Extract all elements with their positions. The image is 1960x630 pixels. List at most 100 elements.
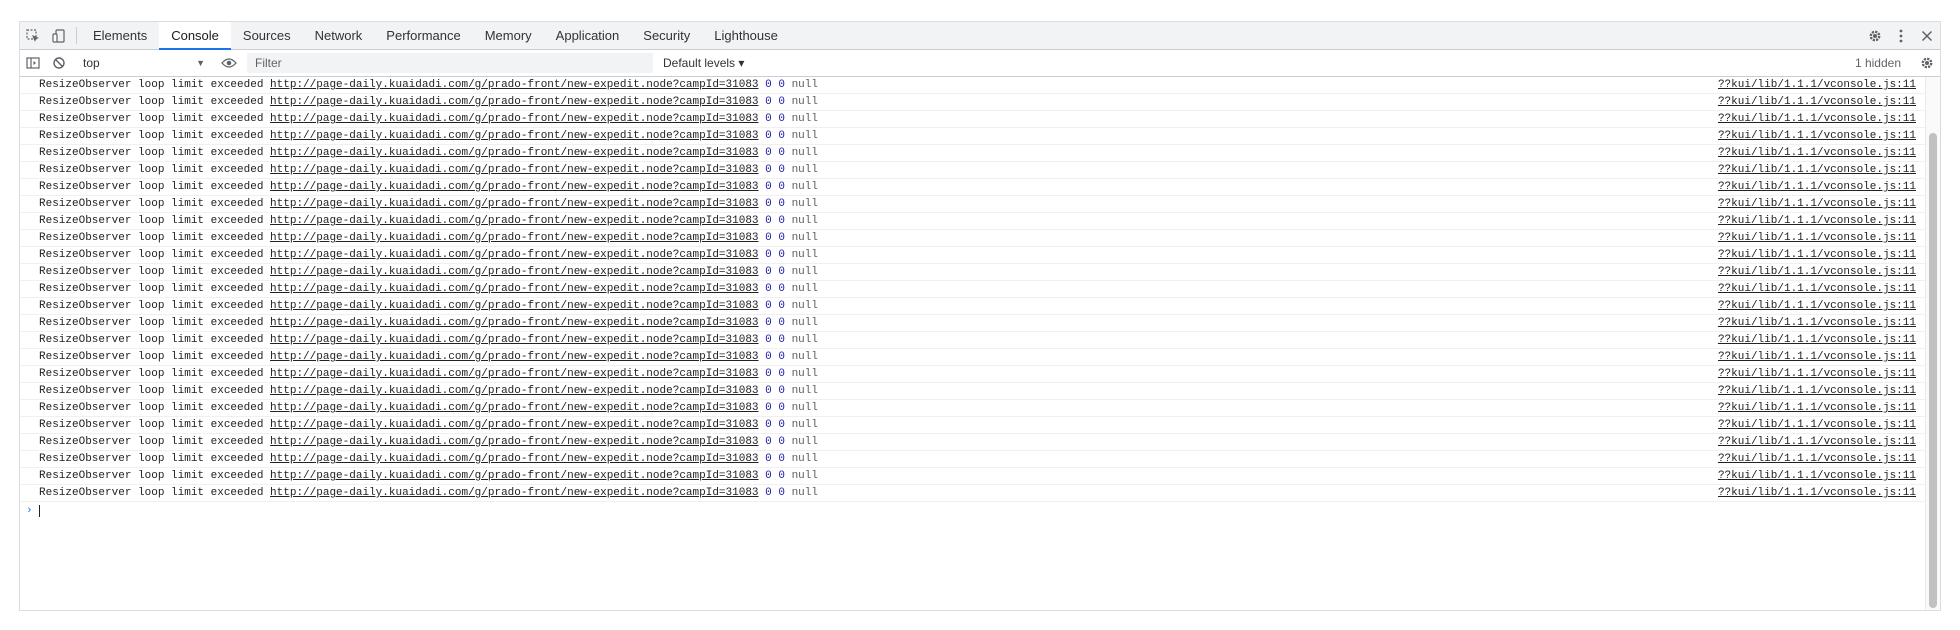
- message-source-link[interactable]: ??kui/lib/1.1.1/vconsole.js:11: [1718, 230, 1916, 246]
- message-source-link[interactable]: ??kui/lib/1.1.1/vconsole.js:11: [1718, 451, 1916, 467]
- message-source-link[interactable]: ??kui/lib/1.1.1/vconsole.js:11: [1718, 77, 1916, 93]
- message-url-link[interactable]: http://page-daily.kuaidadi.com/g/prado-f…: [270, 96, 758, 108]
- console-message-row: ResizeObserver loop limit exceeded http:…: [20, 451, 1926, 468]
- console-settings-gear-icon[interactable]: [1914, 50, 1940, 76]
- message-source-link[interactable]: ??kui/lib/1.1.1/vconsole.js:11: [1718, 247, 1916, 263]
- message-source-link[interactable]: ??kui/lib/1.1.1/vconsole.js:11: [1718, 485, 1916, 501]
- message-url-link[interactable]: http://page-daily.kuaidadi.com/g/prado-f…: [270, 351, 758, 363]
- message-url-link[interactable]: http://page-daily.kuaidadi.com/g/prado-f…: [270, 266, 758, 278]
- settings-gear-icon[interactable]: [1862, 22, 1888, 49]
- filter-input[interactable]: [247, 53, 653, 73]
- message-number: 0: [765, 130, 772, 142]
- message-null-value: null: [791, 419, 818, 431]
- message-text: ResizeObserver loop limit exceeded: [39, 181, 264, 193]
- console-message-row: ResizeObserver loop limit exceeded http:…: [20, 213, 1926, 230]
- live-expression-eye-icon[interactable]: [216, 50, 242, 76]
- default-levels-dropdown[interactable]: Default levels ▾: [653, 56, 754, 70]
- message-url-link[interactable]: http://page-daily.kuaidadi.com/g/prado-f…: [270, 164, 758, 176]
- message-url-link[interactable]: http://page-daily.kuaidadi.com/g/prado-f…: [270, 130, 758, 142]
- console-message-row: ResizeObserver loop limit exceeded http:…: [20, 196, 1926, 213]
- message-source-link[interactable]: ??kui/lib/1.1.1/vconsole.js:11: [1718, 196, 1916, 212]
- message-source-link[interactable]: ??kui/lib/1.1.1/vconsole.js:11: [1718, 264, 1916, 280]
- message-source-link[interactable]: ??kui/lib/1.1.1/vconsole.js:11: [1718, 111, 1916, 127]
- show-sidebar-icon[interactable]: [20, 50, 46, 76]
- message-number: 0: [765, 385, 772, 397]
- message-number: 0: [765, 147, 772, 159]
- message-url-link[interactable]: http://page-daily.kuaidadi.com/g/prado-f…: [270, 385, 758, 397]
- message-null-value: null: [791, 130, 818, 142]
- message-source-link[interactable]: ??kui/lib/1.1.1/vconsole.js:11: [1718, 94, 1916, 110]
- close-icon[interactable]: [1914, 22, 1940, 49]
- message-source-link[interactable]: ??kui/lib/1.1.1/vconsole.js:11: [1718, 128, 1916, 144]
- message-url-link[interactable]: http://page-daily.kuaidadi.com/g/prado-f…: [270, 317, 758, 329]
- message-url-link[interactable]: http://page-daily.kuaidadi.com/g/prado-f…: [270, 402, 758, 414]
- message-source-link[interactable]: ??kui/lib/1.1.1/vconsole.js:11: [1718, 349, 1916, 365]
- tab-elements[interactable]: Elements: [81, 22, 159, 49]
- device-toolbar-icon[interactable]: [46, 22, 72, 49]
- message-source-link[interactable]: ??kui/lib/1.1.1/vconsole.js:11: [1718, 434, 1916, 450]
- message-source-link[interactable]: ??kui/lib/1.1.1/vconsole.js:11: [1718, 383, 1916, 399]
- tab-lighthouse[interactable]: Lighthouse: [702, 22, 790, 49]
- message-number: 0: [778, 402, 785, 414]
- console-message-row: ResizeObserver loop limit exceeded http:…: [20, 145, 1926, 162]
- message-url-link[interactable]: http://page-daily.kuaidadi.com/g/prado-f…: [270, 147, 758, 159]
- message-url-link[interactable]: http://page-daily.kuaidadi.com/g/prado-f…: [270, 300, 758, 312]
- more-options-icon[interactable]: [1888, 22, 1914, 49]
- message-source-link[interactable]: ??kui/lib/1.1.1/vconsole.js:11: [1718, 179, 1916, 195]
- message-source-link[interactable]: ??kui/lib/1.1.1/vconsole.js:11: [1718, 468, 1916, 484]
- message-source-link[interactable]: ??kui/lib/1.1.1/vconsole.js:11: [1718, 145, 1916, 161]
- message-url-link[interactable]: http://page-daily.kuaidadi.com/g/prado-f…: [270, 334, 758, 346]
- message-url-link[interactable]: http://page-daily.kuaidadi.com/g/prado-f…: [270, 215, 758, 227]
- message-text: ResizeObserver loop limit exceeded: [39, 113, 264, 125]
- message-url-link[interactable]: http://page-daily.kuaidadi.com/g/prado-f…: [270, 453, 758, 465]
- message-url-link[interactable]: http://page-daily.kuaidadi.com/g/prado-f…: [270, 419, 758, 431]
- message-source-link[interactable]: ??kui/lib/1.1.1/vconsole.js:11: [1718, 315, 1916, 331]
- message-url-link[interactable]: http://page-daily.kuaidadi.com/g/prado-f…: [270, 368, 758, 380]
- message-number: 0: [765, 487, 772, 499]
- tab-performance[interactable]: Performance: [374, 22, 472, 49]
- console-message-row: ResizeObserver loop limit exceeded http:…: [20, 400, 1926, 417]
- message-text: ResizeObserver loop limit exceeded: [39, 419, 264, 431]
- context-selector[interactable]: top ▼: [77, 52, 211, 74]
- message-number: 0: [765, 300, 772, 312]
- tab-console[interactable]: Console: [159, 22, 231, 50]
- message-source-link[interactable]: ??kui/lib/1.1.1/vconsole.js:11: [1718, 332, 1916, 348]
- clear-console-icon[interactable]: [46, 50, 72, 76]
- message-source-link[interactable]: ??kui/lib/1.1.1/vconsole.js:11: [1718, 366, 1916, 382]
- inspect-element-icon[interactable]: [20, 22, 46, 49]
- message-source-link[interactable]: ??kui/lib/1.1.1/vconsole.js:11: [1718, 400, 1916, 416]
- message-source-link[interactable]: ??kui/lib/1.1.1/vconsole.js:11: [1718, 298, 1916, 314]
- message-url-link[interactable]: http://page-daily.kuaidadi.com/g/prado-f…: [270, 181, 758, 193]
- message-url-link[interactable]: http://page-daily.kuaidadi.com/g/prado-f…: [270, 283, 758, 295]
- message-number: 0: [778, 215, 785, 227]
- message-text: ResizeObserver loop limit exceeded: [39, 453, 264, 465]
- console-prompt[interactable]: ›: [20, 502, 1926, 520]
- console-message-row: ResizeObserver loop limit exceeded http:…: [20, 230, 1926, 247]
- message-url-link[interactable]: http://page-daily.kuaidadi.com/g/prado-f…: [270, 79, 758, 91]
- message-url-link[interactable]: http://page-daily.kuaidadi.com/g/prado-f…: [270, 198, 758, 210]
- message-text: ResizeObserver loop limit exceeded: [39, 130, 264, 142]
- message-url-link[interactable]: http://page-daily.kuaidadi.com/g/prado-f…: [270, 470, 758, 482]
- message-source-link[interactable]: ??kui/lib/1.1.1/vconsole.js:11: [1718, 213, 1916, 229]
- message-source-link[interactable]: ??kui/lib/1.1.1/vconsole.js:11: [1718, 281, 1916, 297]
- scrollbar-thumb[interactable]: [1929, 133, 1937, 608]
- tab-memory[interactable]: Memory: [473, 22, 544, 49]
- console-message-row: ResizeObserver loop limit exceeded http:…: [20, 264, 1926, 281]
- tab-application[interactable]: Application: [544, 22, 632, 49]
- message-number: 0: [765, 436, 772, 448]
- message-number: 0: [778, 419, 785, 431]
- message-url-link[interactable]: http://page-daily.kuaidadi.com/g/prado-f…: [270, 436, 758, 448]
- message-url-link[interactable]: http://page-daily.kuaidadi.com/g/prado-f…: [270, 249, 758, 261]
- message-url-link[interactable]: http://page-daily.kuaidadi.com/g/prado-f…: [270, 113, 758, 125]
- message-url-link[interactable]: http://page-daily.kuaidadi.com/g/prado-f…: [270, 232, 758, 244]
- message-source-link[interactable]: ??kui/lib/1.1.1/vconsole.js:11: [1718, 417, 1916, 433]
- tab-network[interactable]: Network: [303, 22, 375, 49]
- message-source-link[interactable]: ??kui/lib/1.1.1/vconsole.js:11: [1718, 162, 1916, 178]
- message-url-link[interactable]: http://page-daily.kuaidadi.com/g/prado-f…: [270, 487, 758, 499]
- message-number: 0: [778, 300, 785, 312]
- console-scrollbar[interactable]: [1925, 77, 1940, 610]
- tab-sources[interactable]: Sources: [231, 22, 303, 49]
- tab-security[interactable]: Security: [631, 22, 702, 49]
- tab-list: Elements Console Sources Network Performance…: [81, 22, 790, 50]
- console-message-row: ResizeObserver loop limit exceeded http:…: [20, 179, 1926, 196]
